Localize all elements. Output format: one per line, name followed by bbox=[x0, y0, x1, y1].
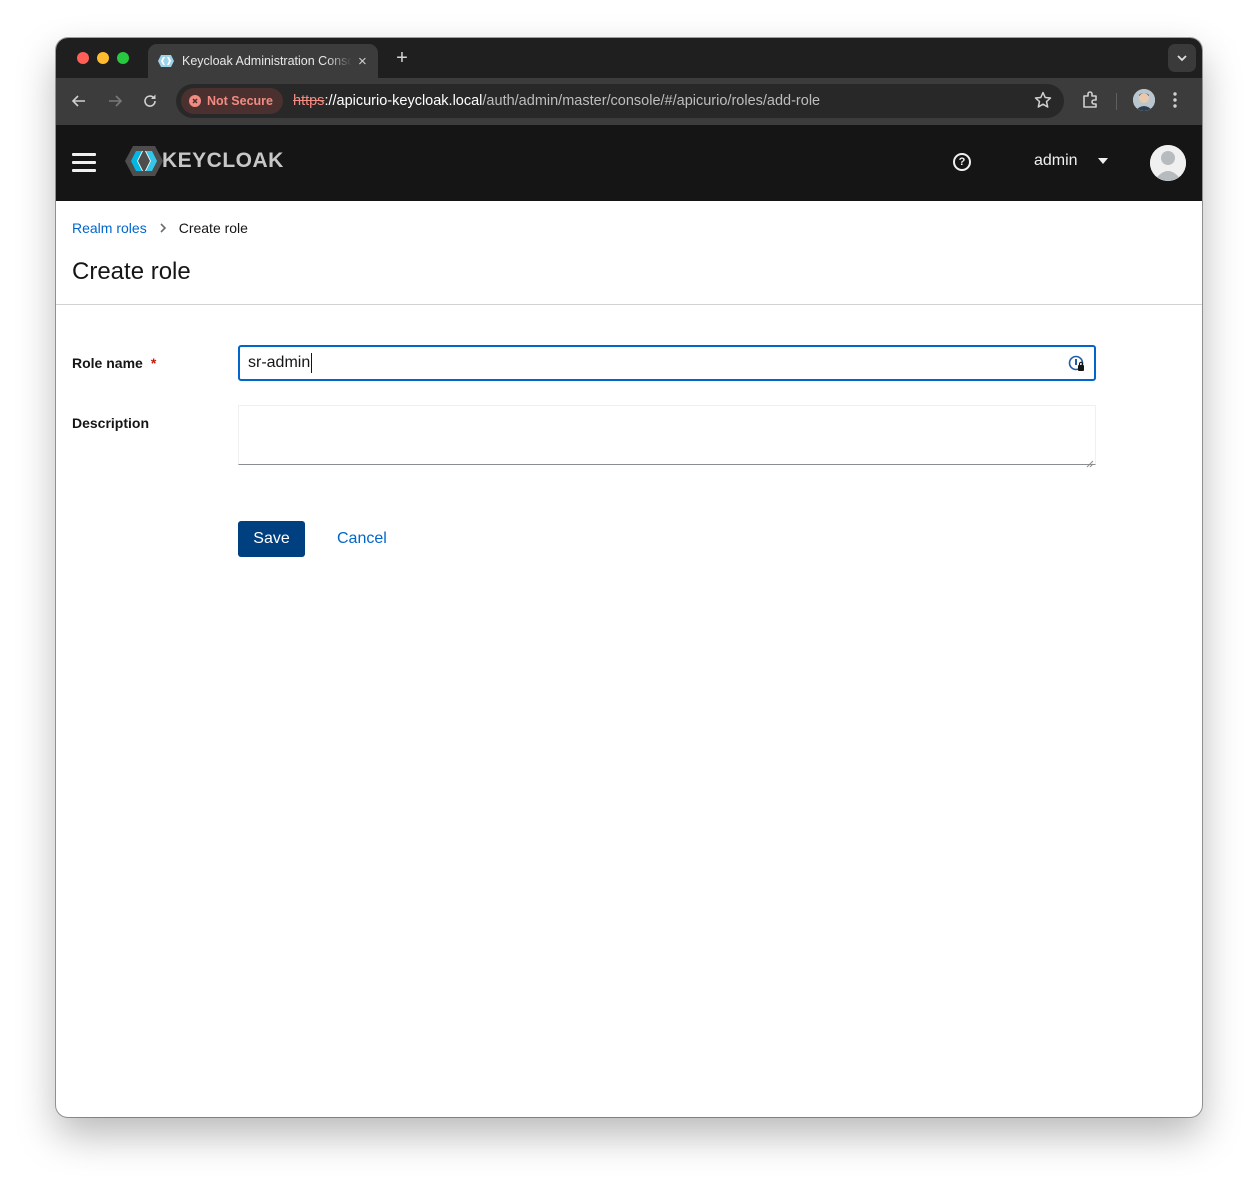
minimize-window-button[interactable] bbox=[97, 52, 109, 64]
header-divider bbox=[56, 304, 1202, 305]
close-window-button[interactable] bbox=[77, 52, 89, 64]
cancel-button[interactable]: Cancel bbox=[326, 521, 398, 557]
text-cursor bbox=[311, 353, 313, 373]
user-dropdown[interactable]: admin bbox=[1034, 152, 1108, 170]
browser-window: Keycloak Administration Console × + Not … bbox=[56, 38, 1202, 1117]
role-name-value: sr-admin bbox=[248, 354, 311, 371]
page-title: Create role bbox=[72, 258, 191, 285]
save-button[interactable]: Save bbox=[238, 521, 305, 557]
username-label: admin bbox=[1034, 152, 1078, 169]
address-bar[interactable]: Not Secure https://apicurio-keycloak.loc… bbox=[176, 84, 1064, 118]
forward-arrow-icon bbox=[109, 95, 123, 107]
not-secure-icon bbox=[189, 95, 201, 107]
browser-tab-active[interactable]: Keycloak Administration Console × bbox=[148, 44, 378, 78]
logo-text: KEYCLOAK bbox=[162, 149, 284, 172]
role-name-label-text: Role name bbox=[72, 355, 143, 371]
back-arrow-icon bbox=[71, 95, 85, 107]
url-path: /auth/admin/master/console/#/apicurio/ro… bbox=[482, 93, 821, 109]
resize-handle-icon[interactable] bbox=[1086, 455, 1094, 468]
caret-down-icon bbox=[1097, 158, 1108, 164]
bookmark-star-icon[interactable] bbox=[1034, 91, 1052, 114]
tab-search-button[interactable] bbox=[1168, 44, 1196, 72]
chevron-down-icon bbox=[1177, 55, 1187, 62]
masthead: KEYCLOAK ? admin bbox=[56, 125, 1202, 201]
new-tab-button[interactable]: + bbox=[390, 46, 414, 70]
security-label: Not Secure bbox=[207, 94, 273, 108]
tab-title: Keycloak Administration Console bbox=[182, 54, 352, 68]
keycloak-favicon-icon bbox=[158, 53, 174, 69]
browser-toolbar: Not Secure https://apicurio-keycloak.loc… bbox=[56, 78, 1202, 125]
role-name-label: Role name * bbox=[72, 355, 156, 371]
required-marker: * bbox=[150, 355, 157, 371]
keycloak-logo-icon bbox=[125, 146, 163, 176]
breadcrumb-current: Create role bbox=[178, 220, 248, 236]
tab-strip: Keycloak Administration Console × + bbox=[56, 38, 1202, 78]
security-indicator[interactable]: Not Secure bbox=[181, 88, 283, 114]
url-host: ://apicurio-keycloak.local bbox=[324, 93, 483, 109]
help-icon[interactable]: ? bbox=[953, 153, 971, 171]
extensions-puzzle-icon[interactable] bbox=[1080, 90, 1100, 115]
role-name-input[interactable]: sr-admin bbox=[238, 345, 1096, 381]
password-manager-icon[interactable] bbox=[1068, 355, 1086, 378]
tab-close-icon[interactable]: × bbox=[358, 54, 367, 69]
reload-icon bbox=[144, 94, 156, 107]
user-avatar[interactable] bbox=[1150, 145, 1186, 181]
hamburger-menu-icon[interactable] bbox=[72, 153, 96, 173]
profile-avatar[interactable] bbox=[1133, 89, 1155, 111]
browser-menu-icon[interactable] bbox=[1172, 90, 1178, 115]
url-text: https://apicurio-keycloak.local/auth/adm… bbox=[293, 93, 820, 109]
forward-button[interactable] bbox=[104, 90, 126, 112]
breadcrumb: Realm roles Create role bbox=[72, 220, 248, 236]
url-scheme: https bbox=[293, 93, 325, 109]
breadcrumb-realm-roles-link[interactable]: Realm roles bbox=[72, 220, 147, 236]
back-button[interactable] bbox=[68, 90, 90, 112]
keycloak-logo[interactable]: KEYCLOAK bbox=[124, 145, 284, 177]
description-label: Description bbox=[72, 415, 150, 431]
maximize-window-button[interactable] bbox=[117, 52, 129, 64]
description-textarea[interactable] bbox=[238, 405, 1096, 468]
chevron-right-icon bbox=[159, 220, 167, 236]
toolbar-divider bbox=[1116, 93, 1117, 110]
reload-button[interactable] bbox=[139, 90, 161, 112]
